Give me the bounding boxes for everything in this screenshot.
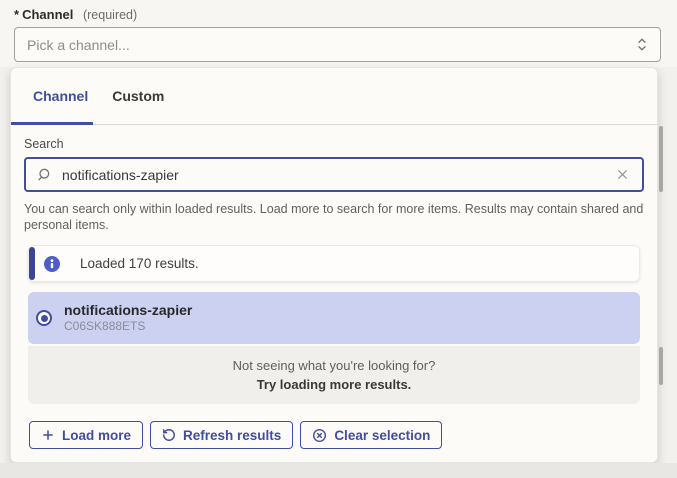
load-more-button[interactable]: Load more (29, 421, 143, 449)
tab-channel[interactable]: Channel (11, 68, 93, 124)
circle-x-icon (312, 428, 327, 443)
radio-selected-icon[interactable] (36, 310, 52, 326)
search-label: Search (24, 137, 644, 151)
field-label: Channel (22, 7, 73, 22)
search-input[interactable] (62, 167, 605, 183)
not-seeing-hint: Not seeing what you're looking for? Try … (28, 346, 640, 404)
channel-dropdown-panel: Channel Custom Search You can search onl… (10, 67, 658, 463)
channel-select[interactable]: Pick a channel... (14, 27, 661, 62)
result-name: notifications-zapier (64, 302, 192, 319)
search-icon (37, 167, 53, 183)
scrollbar-thumb-upper[interactable] (659, 126, 663, 192)
clear-selection-label: Clear selection (334, 428, 430, 443)
loaded-results-text: Loaded 170 results. (80, 256, 199, 271)
hint-line1: Not seeing what you're looking for? (233, 358, 436, 373)
tab-custom-label: Custom (112, 88, 164, 104)
tab-custom[interactable]: Custom (93, 68, 174, 124)
clear-selection-button[interactable]: Clear selection (300, 421, 442, 449)
refresh-results-label: Refresh results (183, 428, 281, 443)
required-note: (required) (83, 8, 137, 22)
search-box (24, 157, 644, 192)
panel-body: Search You can search only within loaded… (11, 137, 657, 449)
field-label-row: *Channel (required) (14, 7, 137, 22)
field-section: *Channel (required) Pick a channel... (0, 0, 677, 67)
scrollbar-thumb-lower[interactable] (659, 347, 663, 385)
required-marker: * (14, 7, 19, 22)
clear-search-icon[interactable] (614, 166, 631, 183)
refresh-results-button[interactable]: Refresh results (150, 421, 293, 449)
tab-channel-label: Channel (33, 88, 88, 104)
hint-line2: Try loading more results. (257, 377, 412, 392)
chevrons-updown-icon (636, 37, 648, 52)
load-more-label: Load more (62, 428, 131, 443)
search-help-text: You can search only within loaded result… (24, 201, 644, 233)
channel-select-placeholder: Pick a channel... (27, 37, 636, 53)
page-background-strip (0, 463, 677, 478)
plus-icon (41, 428, 55, 442)
tab-bar: Channel Custom (11, 68, 657, 125)
loaded-results-alert: Loaded 170 results. (28, 245, 640, 282)
actions-row: Load more Refresh results Clear selectio… (29, 421, 644, 449)
result-texts: notifications-zapier C06SK888ETS (64, 302, 192, 334)
result-id: C06SK888ETS (64, 319, 192, 334)
refresh-icon (162, 428, 176, 442)
result-option-notifications-zapier[interactable]: notifications-zapier C06SK888ETS (28, 292, 640, 344)
info-icon (44, 256, 60, 272)
